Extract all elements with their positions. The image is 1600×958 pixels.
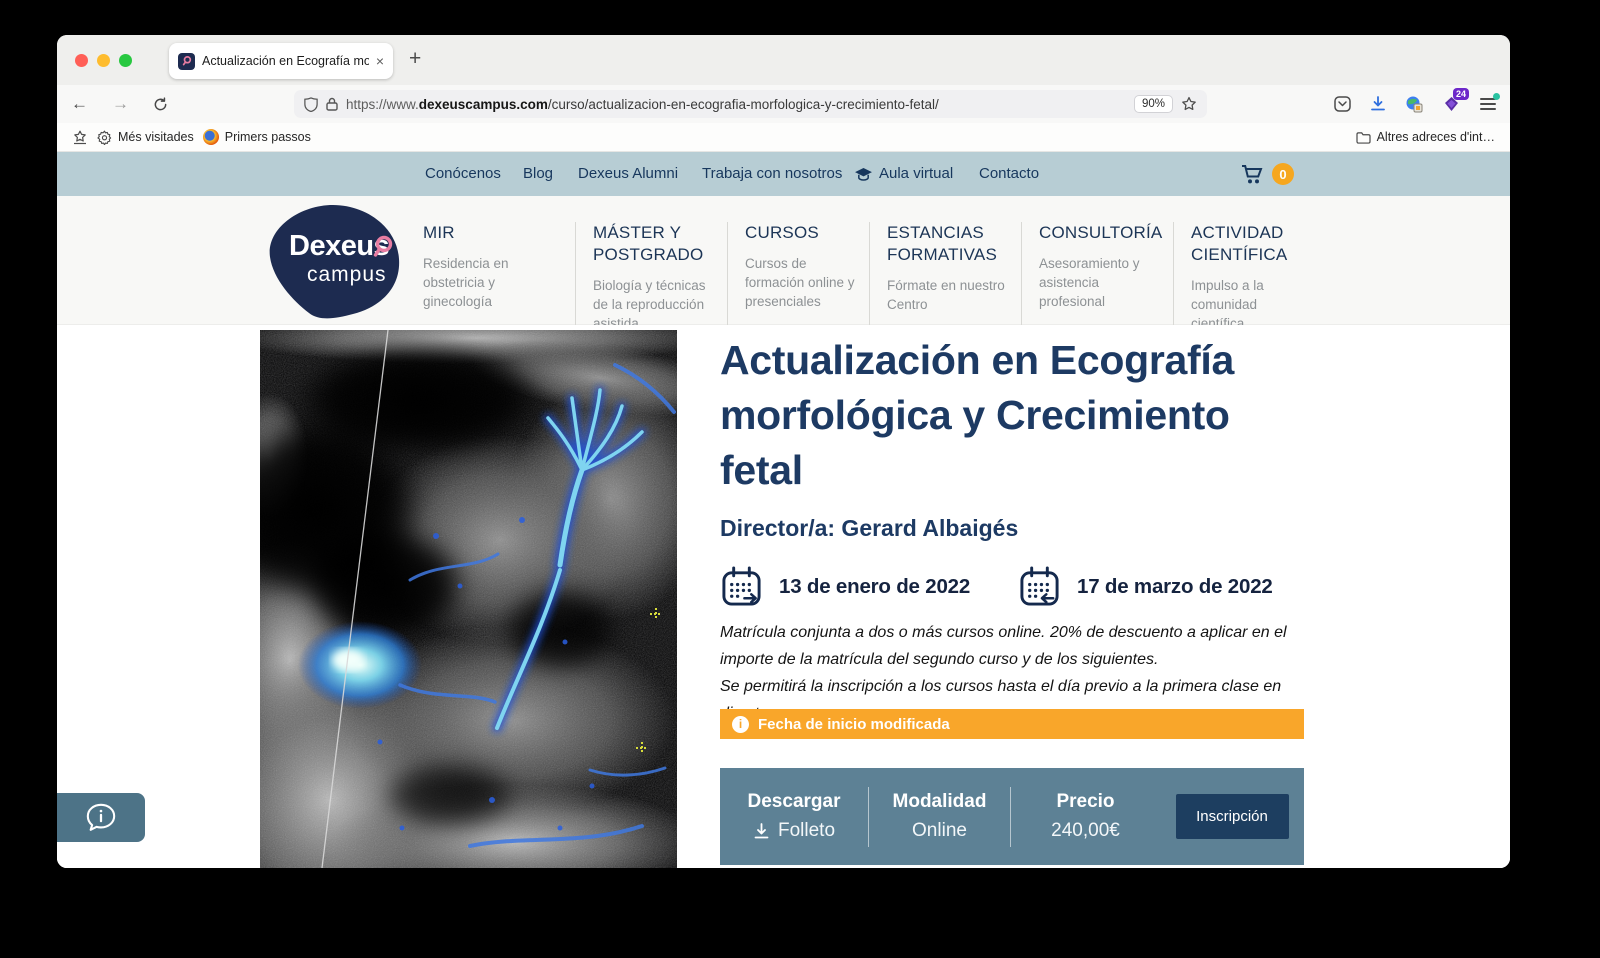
nav-item-estancias[interactable]: ESTANCIAS FORMATIVAS Fórmate en nuestro …: [869, 222, 1021, 334]
bookmarks-bar: Més visitades Primers passos Altres adre…: [57, 123, 1510, 152]
nav-link-trabaja[interactable]: Trabaja con nosotros: [702, 152, 842, 196]
bookmarks-toolbar-icon[interactable]: [72, 129, 88, 145]
zoom-window-button[interactable]: [119, 54, 132, 67]
graduation-cap-icon: [854, 167, 873, 182]
chat-widget-tab[interactable]: [57, 793, 145, 842]
site-header: Dexeus campus MIR Residencia en obstetri…: [57, 196, 1510, 325]
ultrasound-image: [260, 330, 677, 868]
download-cell[interactable]: Descargar Folleto: [720, 787, 868, 847]
page-title: Actualización en Ecografía morfológica y…: [720, 333, 1282, 498]
alert-text: Fecha de inicio modificada: [758, 716, 950, 733]
nav-item-cursos[interactable]: CURSOS Cursos de formación online y pres…: [727, 222, 869, 334]
nav-link-blog[interactable]: Blog: [523, 152, 553, 196]
inscription-button[interactable]: Inscripción: [1176, 794, 1289, 839]
alert-banner: i Fecha de inicio modificada: [720, 709, 1304, 739]
course-director: Director/a: Gerard Albaigés: [720, 515, 1018, 542]
course-dates: 13 de enero de 2022 17 de marzo de 2022: [720, 565, 1306, 613]
info-icon: i: [732, 716, 749, 733]
menu-icon[interactable]: [1480, 98, 1496, 110]
calendar-end-icon: [1018, 565, 1061, 608]
close-window-button[interactable]: [75, 54, 88, 67]
modality-cell: Modalidad Online: [868, 787, 1010, 847]
cart-count-badge[interactable]: 0: [1272, 163, 1294, 185]
tab-bar: Actualización en Ecografía morf × +: [57, 35, 1510, 85]
folder-icon: [1356, 131, 1371, 144]
download-icon[interactable]: [1370, 96, 1386, 112]
nav-link-conocenos[interactable]: Conócenos: [425, 152, 501, 196]
nav-link-contacto[interactable]: Contacto: [979, 152, 1039, 196]
calendar-start-icon: [720, 565, 763, 608]
page-zoom-indicator[interactable]: 90%: [1134, 95, 1173, 113]
nav-item-master[interactable]: MÁSTER Y POSTGRADO Biología y técnicas d…: [575, 222, 727, 334]
pocket-icon[interactable]: [1334, 96, 1351, 112]
minimize-window-button[interactable]: [97, 54, 110, 67]
gear-icon: [97, 130, 112, 145]
download-folleto-icon: [753, 823, 770, 840]
new-tab-button[interactable]: +: [409, 47, 421, 71]
nav-item-actividad[interactable]: ACTIVIDAD CIENTÍFICA Impulso a la comuni…: [1173, 222, 1315, 334]
browser-tab[interactable]: Actualización en Ecografía morf ×: [169, 43, 393, 79]
price-cell: Precio 240,00€: [1010, 787, 1160, 847]
forward-icon[interactable]: →: [112, 94, 129, 114]
menu-notification-dot: [1493, 93, 1500, 100]
desktop-background: Actualización en Ecografía morf × + ← →: [0, 0, 1600, 958]
back-icon[interactable]: ←: [71, 94, 88, 114]
nav-item-mir[interactable]: MIR Residencia en obstetricia y ginecolo…: [423, 222, 575, 334]
end-date: 17 de marzo de 2022: [1018, 565, 1273, 608]
browser-window: Actualización en Ecografía morf × + ← →: [57, 35, 1510, 868]
address-bar[interactable]: https://www.dexeuscampus.com/curso/actua…: [294, 90, 1207, 118]
bookmark-star-icon[interactable]: [1181, 96, 1197, 112]
lock-icon[interactable]: [326, 97, 338, 111]
bookmark-most-visited[interactable]: Més visitades: [97, 130, 194, 145]
nav-link-aula-virtual[interactable]: Aula virtual: [854, 152, 953, 196]
web-page: Conócenos Blog Dexeus Alumni Trabaja con…: [57, 152, 1510, 868]
tab-title: Actualización en Ecografía morf: [202, 54, 369, 68]
reload-icon[interactable]: [153, 97, 168, 112]
course-info-bar: Descargar Folleto Modalidad Online: [720, 768, 1304, 865]
svg-text:campus: campus: [307, 263, 387, 286]
url-text: https://www.dexeuscampus.com/curso/actua…: [346, 97, 939, 112]
window-controls: [75, 54, 132, 67]
dexeus-favicon-icon: [178, 53, 195, 70]
cart-icon[interactable]: [1240, 163, 1264, 185]
firefox-icon: [203, 129, 219, 145]
start-date: 13 de enero de 2022: [720, 565, 970, 608]
shield-icon[interactable]: [304, 97, 318, 112]
nav-item-consultoria[interactable]: CONSULTORÍA Asesoramiento y asistencia p…: [1021, 222, 1173, 334]
course-content: Actualización en Ecografía morfológica y…: [57, 325, 1510, 868]
extension-icon[interactable]: [1405, 95, 1423, 113]
nav-link-dexeus-alumni[interactable]: Dexeus Alumni: [578, 152, 678, 196]
main-nav: MIR Residencia en obstetricia y ginecolo…: [423, 222, 1315, 334]
site-top-nav: Conócenos Blog Dexeus Alumni Trabaja con…: [57, 152, 1510, 196]
chat-bubble-icon: [84, 802, 118, 834]
bookmark-other-folder[interactable]: Altres adreces d'int…: [1356, 130, 1495, 144]
extension-badge-icon[interactable]: 24: [1442, 95, 1461, 113]
bookmark-first-steps[interactable]: Primers passos: [203, 129, 311, 145]
browser-toolbar: ← → https://www.dexeuscampus.com/curso/a…: [57, 85, 1510, 123]
dexeus-campus-logo[interactable]: Dexeus campus: [263, 203, 403, 321]
svg-text:Dexeus: Dexeus: [289, 230, 389, 262]
tab-close-icon[interactable]: ×: [376, 54, 384, 68]
note-discount: Matrícula conjunta a dos o más cursos on…: [720, 619, 1306, 673]
